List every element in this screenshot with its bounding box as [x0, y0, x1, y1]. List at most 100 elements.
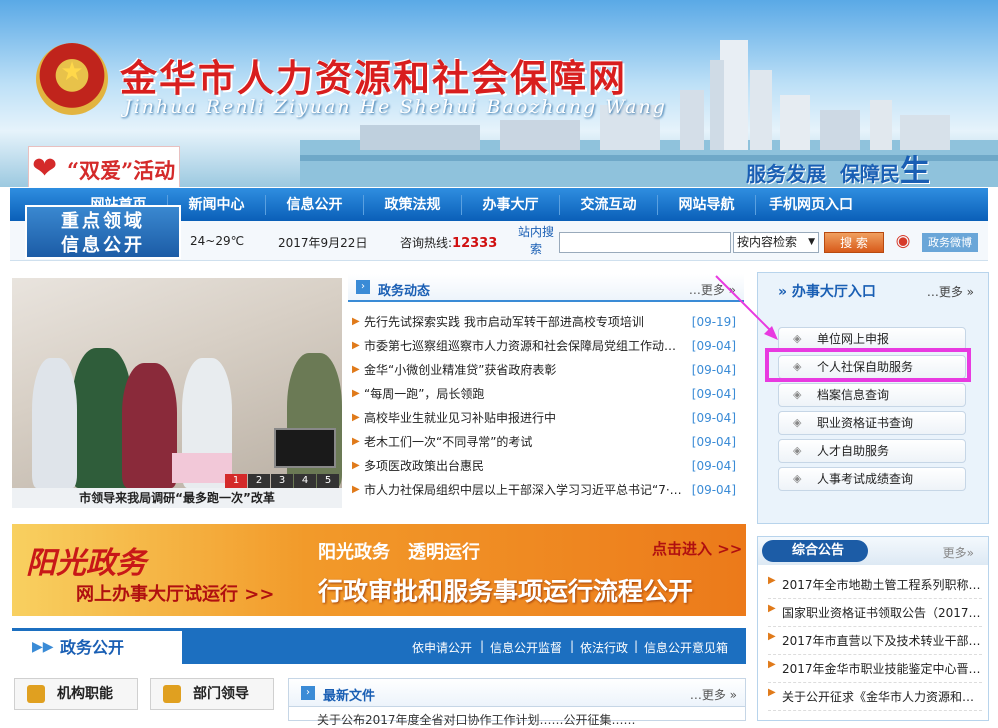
service-hall-title: » 办事大厅入口 [778, 281, 876, 301]
diamond-icon: ◈ [793, 472, 802, 485]
weibo-icon[interactable]: ◉ [890, 231, 916, 253]
list-item[interactable]: ▶ 2017年金华市职业技能鉴定中心晋级考试安排 [768, 655, 982, 683]
latest-files-more-label: 更多 [701, 688, 726, 702]
nav-mobile[interactable]: 手机网页入口 [756, 195, 866, 215]
banner-online-hall-link[interactable]: 网上办事大厅试运行 >> [76, 580, 274, 606]
hotline: 咨询热线:12333 [400, 234, 497, 251]
announcement-item: 2017年全市地勘土管工程系列职称评审结果公示 [782, 578, 982, 592]
link-separator: | [480, 639, 485, 653]
announcement-header: 综合公告 更多» [758, 537, 988, 565]
announcement-title: 综合公告 [762, 540, 868, 562]
key-info-line-1: 重点领域 [61, 211, 145, 232]
arrow-right-icon: › [356, 280, 370, 294]
announcement-more-label: 更多 [942, 546, 967, 560]
date-text: 2017年9月22日 [278, 236, 368, 250]
announcement-item: 关于公开征求《金华市人力资源和社会保障局……》意见 [782, 690, 982, 704]
sunshine-government-banner[interactable]: 阳光政务 网上办事大厅试运行 >> 阳光政务 透明运行 点击进入 >> 行政审批… [12, 524, 746, 616]
news-date: [09-04] [691, 363, 736, 377]
list-item[interactable]: ▶ 市人力社保局组织中层以上干部深入学习习近平总书记“7·26”重要讲话 [09-0… [350, 478, 742, 502]
org-function-label: 机构职能 [57, 686, 113, 702]
search-input[interactable] [559, 232, 731, 253]
nav-service-hall[interactable]: 办事大厅 [462, 194, 560, 215]
nav-interaction[interactable]: 交流互动 [560, 194, 658, 215]
news-list: ▶ 先行先试探索实践 我市启动军转干部进高校专项培训 [09-19] ▶ 市委第七巡察… [350, 310, 742, 502]
photo-caption[interactable]: 市领导来我局调研“最多跑一次”改革 [12, 488, 342, 508]
list-item[interactable]: ▶ 2017年市直营以下及技术转业干部考核结果公示 [768, 627, 982, 655]
list-item[interactable]: 关于公布2017年度全省对口协作工作计划……公开征集…… [317, 711, 737, 728]
list-item[interactable]: ▶ 2017年全市地勘土管工程系列职称评审结果公示 [768, 571, 982, 599]
link-disclosure-supervision[interactable]: 信息公开监督 [490, 639, 562, 656]
news-photo-slideshow[interactable] [12, 278, 342, 488]
arrow-right-icon: › [301, 686, 315, 700]
news-title: 老木工们一次“不同寻常”的考试 [364, 435, 533, 449]
annotation-arrow [715, 275, 778, 340]
nav-news[interactable]: 新闻中心 [168, 194, 266, 215]
tab-gov-affairs[interactable]: ▶▶ 政务公开 [12, 631, 182, 664]
link-apply-disclosure[interactable]: 依申请公开 [412, 639, 472, 656]
pager-5[interactable]: 5 [317, 474, 339, 488]
announcement-more-link[interactable]: 更多» [943, 544, 974, 561]
gov-affairs-title: 政务公开 [60, 638, 125, 657]
list-item[interactable]: ▶ 金华“小微创业精准贷”获省政府表彰 [09-04] [350, 358, 742, 382]
link-feedback-box[interactable]: 信息公开意见箱 [644, 639, 728, 656]
latest-files-header: › 最新文件 …更多 » [289, 679, 745, 707]
slogan-part-3: 生 [899, 154, 930, 187]
list-item[interactable]: ▶ 高校毕业生就业见习补贴申报进行中 [09-04] [350, 406, 742, 430]
pager-3[interactable]: 3 [271, 474, 293, 488]
service-item[interactable]: ◈ 人才自助服务 [778, 439, 966, 463]
diamond-icon: ◈ [793, 416, 802, 429]
banner-enter-link[interactable]: 点击进入 >> [652, 538, 742, 559]
hotline-number: 12333 [452, 236, 498, 251]
news-date: [09-04] [691, 435, 736, 449]
announcement-item: 2017年市直营以下及技术转业干部考核结果公示 [782, 634, 982, 648]
nav-info-disclosure[interactable]: 信息公开 [266, 194, 364, 215]
service-item[interactable]: ◈ 人事考试成绩查询 [778, 467, 966, 491]
key-info-disclosure-button[interactable]: 重点领域 信息公开 [25, 205, 181, 259]
link-separator: | [634, 639, 639, 653]
shuangai-campaign-badge[interactable]: ❤ “双爱”活动 [28, 146, 180, 187]
search-button[interactable]: 搜 索 [824, 232, 884, 253]
list-item[interactable]: ▶ 关于公开征求《金华市人力资源和社会保障局……》意见 [768, 683, 982, 711]
service-hall-title-text: 办事大厅入口 [791, 284, 876, 300]
list-item[interactable]: ▶ 市委第七巡察组巡察市人力资源和社会保障局党组工作动员会 [09-04] [350, 334, 742, 358]
weibo-button[interactable]: 政务微博 [922, 233, 978, 252]
news-title: 市人力社保局组织中层以上干部深入学习习近平总书记“7·26”重要讲话 [364, 483, 686, 497]
search-mode-select[interactable]: 按内容检索 ▼ [733, 232, 819, 253]
service-item-label: 人才自助服务 [817, 444, 890, 458]
service-item[interactable]: ◈ 职业资格证书查询 [778, 411, 966, 435]
news-date: [09-04] [691, 411, 736, 425]
dept-leaders-button[interactable]: 部门领导 [150, 678, 274, 710]
list-item[interactable]: ▶ 老木工们一次“不同寻常”的考试 [09-04] [350, 430, 742, 454]
site-pinyin: Jinhua Renli Ziyuan He Shehui Baozhang W… [124, 96, 667, 118]
dropdown-arrow-icon: ▼ [808, 237, 815, 247]
org-function-button[interactable]: 机构职能 [14, 678, 138, 710]
site-title: 金华市人力资源和社会保障网 [120, 56, 627, 100]
gov-affairs-bar: ▶▶ 政务公开 依申请公开 | 信息公开监督 | 依法行政 | 信息公开意见箱 [12, 628, 746, 664]
service-item[interactable]: ◈ 档案信息查询 [778, 383, 966, 407]
service-more-link[interactable]: …更多 » [927, 283, 974, 300]
shuangai-label: “双爱”活动 [67, 158, 176, 183]
nav-policy[interactable]: 政策法规 [364, 194, 462, 215]
pager-2[interactable]: 2 [248, 474, 270, 488]
bullet-icon: ▶ [768, 603, 776, 614]
news-title: 先行先试探索实践 我市启动军转干部进高校专项培训 [364, 315, 644, 329]
list-item[interactable]: ▶ 多项医改政策出台惠民 [09-04] [350, 454, 742, 478]
list-item[interactable]: ▶ “每周一跑”，局长领跑 [09-04] [350, 382, 742, 406]
hotline-label: 咨询热线: [400, 236, 453, 250]
slogan-part-2: 保障民 [839, 162, 900, 186]
news-title: 市委第七巡察组巡察市人力资源和社会保障局党组工作动员会 [364, 339, 686, 353]
banner-headline: 阳光政务 [26, 546, 146, 581]
list-item[interactable]: ▶ 先行先试探索实践 我市启动军转干部进高校专项培训 [09-19] [350, 310, 742, 334]
pager-1[interactable]: 1 [225, 474, 247, 488]
nav-sitemap[interactable]: 网站导航 [658, 194, 756, 215]
link-lawful-admin[interactable]: 依法行政 [580, 639, 628, 656]
announcement-panel: 综合公告 更多» ▶ 2017年全市地勘土管工程系列职称评审结果公示 ▶ 国家职业资… [757, 536, 989, 721]
photo-monitor [274, 428, 336, 468]
latest-files-more-link[interactable]: …更多 » [690, 686, 737, 703]
service-more-label: 更多 [938, 285, 963, 299]
news-title: 金华“小微创业精准贷”获省政府表彰 [364, 363, 557, 377]
pager-4[interactable]: 4 [294, 474, 316, 488]
service-item-label: 单位网上申报 [817, 332, 890, 346]
bullet-icon: ▶ [352, 436, 360, 447]
list-item[interactable]: ▶ 国家职业资格证书领取公告（2017年第三批） [768, 599, 982, 627]
